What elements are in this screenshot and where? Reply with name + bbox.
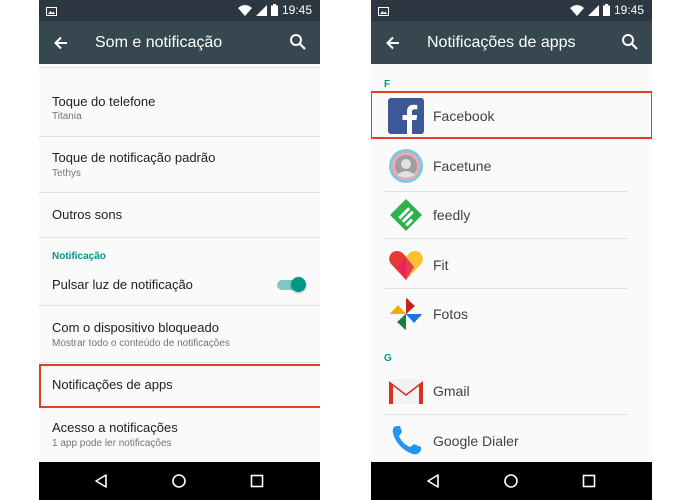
app-item-fit[interactable]: Fit: [371, 241, 652, 289]
wifi-icon: [237, 4, 252, 16]
gallery-notification-icon: [378, 5, 389, 19]
nav-home-icon[interactable]: [171, 473, 187, 489]
setting-subtitle: Tethys: [52, 168, 81, 179]
app-name: Gmail: [433, 383, 470, 399]
search-icon[interactable]: [288, 32, 308, 52]
right-phone-screen: 19:45 Notificações de apps F Facebook Fa…: [371, 0, 652, 500]
status-bar: 19:45: [371, 0, 652, 21]
nav-home-icon[interactable]: [503, 473, 519, 489]
gallery-notification-icon: [46, 5, 57, 19]
facetune-icon: [389, 149, 423, 183]
divider: [385, 414, 628, 415]
setting-title: Outros sons: [52, 207, 123, 222]
category-header-notification: Notificação: [52, 251, 106, 262]
app-name: feedly: [433, 207, 471, 223]
divider: [385, 238, 628, 239]
setting-subtitle: Titania: [52, 111, 82, 122]
battery-icon: [602, 4, 610, 16]
section-letter-f: F: [384, 79, 391, 90]
nav-back-icon[interactable]: [425, 473, 441, 489]
back-arrow-icon[interactable]: [383, 33, 403, 53]
highlight-box: [371, 91, 652, 139]
wifi-icon: [569, 4, 584, 16]
phone-icon: [392, 426, 421, 455]
page-title: Som e notificação: [95, 34, 223, 51]
setting-notification-access[interactable]: Acesso a notificações 1 app pode ler not…: [39, 408, 320, 462]
page-title: Notificações de apps: [427, 34, 576, 51]
setting-locked-device[interactable]: Com o dispositivo bloqueado Mostrar todo…: [39, 306, 320, 362]
setting-title: Acesso a notificações: [52, 420, 178, 435]
app-bar: Som e notificação: [39, 21, 320, 64]
fit-heart-icon: [389, 251, 423, 280]
app-item-facetune[interactable]: Facetune: [371, 142, 652, 192]
app-item-gmail[interactable]: Gmail: [371, 367, 652, 415]
setting-default-notification-sound[interactable]: Toque de notificação padrão Tethys: [39, 137, 320, 194]
status-time: 19:45: [613, 3, 644, 17]
search-icon[interactable]: [620, 32, 640, 52]
app-item-feedly[interactable]: feedly: [371, 191, 652, 239]
divider: [385, 288, 628, 289]
app-name: Fotos: [433, 306, 469, 322]
signal-icon: [587, 4, 599, 16]
nav-recents-icon[interactable]: [581, 473, 597, 489]
nav-recents-icon[interactable]: [249, 473, 265, 489]
toggle-thumb[interactable]: [291, 277, 306, 292]
status-bar: 19:45: [39, 0, 320, 21]
setting-phone-ringtone[interactable]: Toque do telefone Titania: [39, 68, 320, 124]
highlight-box: [39, 364, 320, 408]
app-name: Facetune: [433, 158, 492, 174]
feedly-icon: [390, 199, 422, 231]
divider: [39, 237, 320, 238]
setting-subtitle: Mostrar todo o conteúdo de notificações: [52, 338, 230, 349]
nav-bar: [39, 462, 320, 500]
gmail-icon: [389, 379, 423, 404]
app-item-google-dialer[interactable]: Google Dialer: [371, 417, 652, 462]
app-name: Fit: [433, 257, 449, 273]
setting-title: Pulsar luz de notificação: [52, 277, 193, 292]
app-item-fotos[interactable]: Fotos: [371, 290, 652, 338]
setting-pulse-light[interactable]: Pulsar luz de notificação: [39, 268, 320, 304]
setting-title: Com o dispositivo bloqueado: [52, 320, 219, 335]
setting-subtitle: 1 app pode ler notificações: [52, 438, 172, 449]
setting-title: Toque do telefone: [52, 94, 156, 109]
section-letter-g: G: [384, 353, 392, 364]
nav-bar: [371, 462, 652, 500]
nav-back-icon[interactable]: [93, 473, 109, 489]
signal-icon: [255, 4, 267, 16]
app-name: Google Dialer: [433, 433, 519, 449]
back-arrow-icon[interactable]: [51, 33, 71, 53]
status-time: 19:45: [281, 3, 312, 17]
left-phone-screen: 19:45 Som e notificação Toque do telefon…: [39, 0, 320, 500]
setting-other-sounds[interactable]: Outros sons: [39, 193, 320, 237]
setting-title: Toque de notificação padrão: [52, 150, 216, 165]
app-bar: Notificações de apps: [371, 21, 652, 64]
photos-pinwheel-icon: [390, 298, 422, 330]
battery-icon: [270, 4, 278, 16]
